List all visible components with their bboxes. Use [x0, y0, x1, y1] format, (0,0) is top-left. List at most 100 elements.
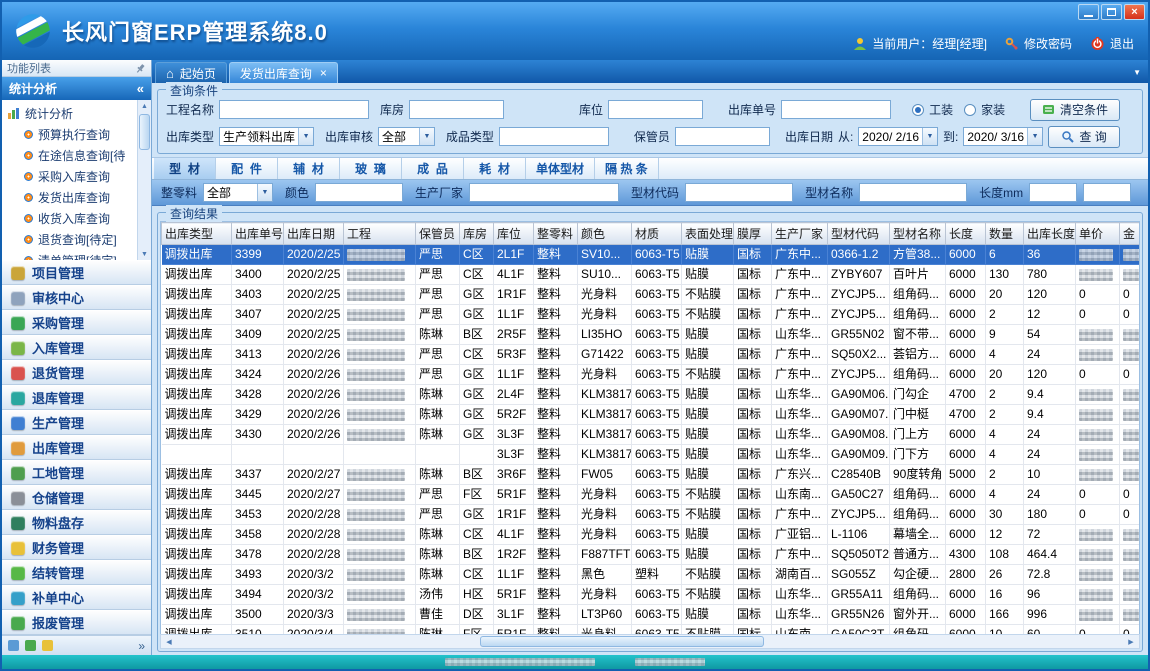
sidebar-item-scrap[interactable]: 报废管理: [2, 610, 151, 635]
sidebar-item-project[interactable]: 项目管理: [2, 260, 151, 285]
table-row[interactable]: 调拨出库34932020/3/2陈琳C区1L1F整料黑色塑料不贴膜国标湖南百..…: [162, 565, 1141, 585]
scroll-left-icon[interactable]: ◀: [161, 638, 177, 646]
length-max-input[interactable]: [1083, 183, 1131, 202]
color-input[interactable]: [315, 183, 403, 202]
column-header[interactable]: 金: [1120, 223, 1141, 245]
column-header[interactable]: 生产厂家: [772, 223, 828, 245]
sidebar-item-supplement[interactable]: 补单中心: [2, 585, 151, 610]
profile-code-input[interactable]: [685, 183, 793, 202]
sidebar-item-return-stock[interactable]: 退库管理: [2, 385, 151, 410]
column-header[interactable]: 出库单号: [232, 223, 284, 245]
table-row[interactable]: 调拨出库34132020/2/26严思C区5R3F整料G714226063-T5…: [162, 345, 1141, 365]
change-password-link[interactable]: 修改密码: [1005, 35, 1072, 52]
table-row[interactable]: 调拨出库34292020/2/26陈琳G区5R2F整料KLM38176063-T…: [162, 405, 1141, 425]
sidebar-item-warehouse[interactable]: 仓储管理: [2, 485, 151, 510]
column-header[interactable]: 整零料: [534, 223, 578, 245]
material-tab-single-profile[interactable]: 单体型材: [526, 158, 595, 179]
chevron-down-icon[interactable]: ▼: [922, 128, 937, 145]
table-row[interactable]: 调拨出库35102020/3/4陈琳F区5R1F整料光身料6063-T5不贴膜国…: [162, 625, 1141, 635]
material-tab-profile[interactable]: 型 材: [154, 158, 216, 179]
table-row[interactable]: 调拨出库34532020/2/28严思G区1R1F整料光身料6063-T5不贴膜…: [162, 505, 1141, 525]
table-row[interactable]: 3L3F整料KLM38176063-T5贴膜国标山东华...GA90M09...…: [162, 445, 1141, 465]
tab-shipment-outbound-query[interactable]: 发货出库查询 ×: [229, 62, 338, 83]
table-row[interactable]: 调拨出库34282020/2/26陈琳G区2L4F整料KLM38176063-T…: [162, 385, 1141, 405]
date-to-select[interactable]: 2020/ 3/16 ▼: [963, 127, 1043, 146]
material-tab-consumable[interactable]: 耗 材: [464, 158, 526, 179]
project-name-input[interactable]: [219, 100, 369, 119]
collapse-icon[interactable]: «: [137, 81, 144, 96]
sidebar-item-site[interactable]: 工地管理: [2, 460, 151, 485]
column-header[interactable]: 颜色: [578, 223, 632, 245]
order-no-input[interactable]: [781, 100, 891, 119]
column-header[interactable]: 数量: [986, 223, 1024, 245]
sidebar-tree-item[interactable]: 退货查询[待定]: [7, 229, 136, 250]
logout-button[interactable]: 退出: [1090, 35, 1134, 52]
maximize-button[interactable]: [1101, 4, 1122, 20]
sidebar-group-header[interactable]: 统计分析 «: [2, 77, 151, 100]
table-row[interactable]: 调拨出库34242020/2/26严思G区1L1F整料光身料6063-T5不贴膜…: [162, 365, 1141, 385]
tab-close-icon[interactable]: ×: [320, 66, 327, 80]
sidebar-item-return-goods[interactable]: 退货管理: [2, 360, 151, 385]
outbound-type-select[interactable]: 生产领料出库 ▼: [219, 127, 314, 146]
sidebar-tree-item[interactable]: 发货出库查询: [7, 187, 136, 208]
computer-icon[interactable]: [25, 640, 36, 651]
column-header[interactable]: 材质: [632, 223, 682, 245]
column-header[interactable]: 表面处理: [682, 223, 734, 245]
column-header[interactable]: 型材代码: [828, 223, 890, 245]
table-row[interactable]: 调拨出库34372020/2/27陈琳B区3R6F整料FW056063-T5贴膜…: [162, 465, 1141, 485]
radio-jiazhuang[interactable]: [964, 104, 976, 116]
sidebar-item-audit[interactable]: 审核中心: [2, 285, 151, 310]
table-row[interactable]: 调拨出库34942020/3/2汤伟H区5R1F整料光身料6063-T5不贴膜国…: [162, 585, 1141, 605]
radio-gongzhuang[interactable]: [912, 104, 924, 116]
material-tab-accessory[interactable]: 配 件: [216, 158, 278, 179]
length-min-input[interactable]: [1029, 183, 1077, 202]
table-row[interactable]: 调拨出库34072020/2/25严思G区1L1F整料光身料6063-T5不贴膜…: [162, 305, 1141, 325]
table-row[interactable]: 调拨出库34032020/2/25严思G区1R1F整料光身料6063-T5不贴膜…: [162, 285, 1141, 305]
sidebar-tree-item[interactable]: 预算执行查询: [7, 124, 136, 145]
sidebar-tree-item[interactable]: 在途信息查询[待: [7, 145, 136, 166]
column-header[interactable]: 库房: [460, 223, 494, 245]
table-row[interactable]: 调拨出库34582020/2/28陈琳C区4L1F整料光身料6063-T5贴膜国…: [162, 525, 1141, 545]
profile-name-input[interactable]: [859, 183, 967, 202]
table-row[interactable]: 调拨出库34452020/2/27严思F区5R1F整料光身料6063-T5不贴膜…: [162, 485, 1141, 505]
search-button[interactable]: 查 询: [1048, 126, 1120, 148]
date-from-select[interactable]: 2020/ 2/16 ▼: [858, 127, 938, 146]
minimize-button[interactable]: [1078, 4, 1099, 20]
chevron-down-icon[interactable]: ▼: [419, 128, 434, 145]
scroll-down-icon[interactable]: ▼: [141, 248, 148, 260]
table-row[interactable]: 调拨出库33992020/2/25严思C区2L1F整料SV10...6063-T…: [162, 245, 1141, 265]
warehouse-input[interactable]: [409, 100, 504, 119]
column-header[interactable]: 膜厚: [734, 223, 772, 245]
overflow-arrow-icon[interactable]: »: [138, 639, 145, 653]
column-header[interactable]: 型材名称: [890, 223, 946, 245]
sidebar-tree-item[interactable]: 收货入库查询: [7, 208, 136, 229]
scroll-right-icon[interactable]: ▶: [1123, 638, 1139, 646]
material-tab-glass[interactable]: 玻 璃: [340, 158, 402, 179]
product-type-input[interactable]: [499, 127, 609, 146]
table-row[interactable]: 调拨出库34092020/2/25陈琳B区2R5F整料LI35HO6063-T5…: [162, 325, 1141, 345]
keeper-input[interactable]: [675, 127, 770, 146]
column-header[interactable]: 出库长度: [1024, 223, 1076, 245]
tab-list-dropdown-icon[interactable]: ▼: [1133, 68, 1141, 77]
scrollbar-thumb[interactable]: [139, 114, 150, 150]
chevron-down-icon[interactable]: ▼: [1027, 128, 1042, 145]
horizontal-scrollbar[interactable]: ◀ ▶: [160, 634, 1140, 649]
scroll-up-icon[interactable]: ▲: [141, 100, 148, 112]
column-header[interactable]: 出库类型: [162, 223, 232, 245]
column-header[interactable]: 长度: [946, 223, 986, 245]
column-header[interactable]: 单价: [1076, 223, 1120, 245]
table-row[interactable]: 调拨出库34302020/2/26陈琳G区3L3F整料KLM38176063-T…: [162, 425, 1141, 445]
table-row[interactable]: 调拨出库34782020/2/28陈琳B区1R2F整料F887TFT6063-T…: [162, 545, 1141, 565]
clear-conditions-button[interactable]: 清空条件: [1030, 99, 1120, 121]
whole-scrap-select[interactable]: 全部 ▼: [203, 183, 273, 202]
manufacturer-input[interactable]: [469, 183, 619, 202]
column-header[interactable]: 出库日期: [284, 223, 344, 245]
grid-icon[interactable]: [8, 640, 19, 651]
hscrollbar-track[interactable]: [177, 635, 1123, 648]
column-header[interactable]: 保管员: [416, 223, 460, 245]
scrollbar-track[interactable]: [138, 112, 151, 248]
audit-select[interactable]: 全部 ▼: [378, 127, 435, 146]
column-header[interactable]: 工程: [344, 223, 416, 245]
material-tab-insulation-strip[interactable]: 隔 热 条: [595, 158, 659, 179]
sidebar-tree-item[interactable]: 清单管理[待定]: [7, 250, 136, 260]
